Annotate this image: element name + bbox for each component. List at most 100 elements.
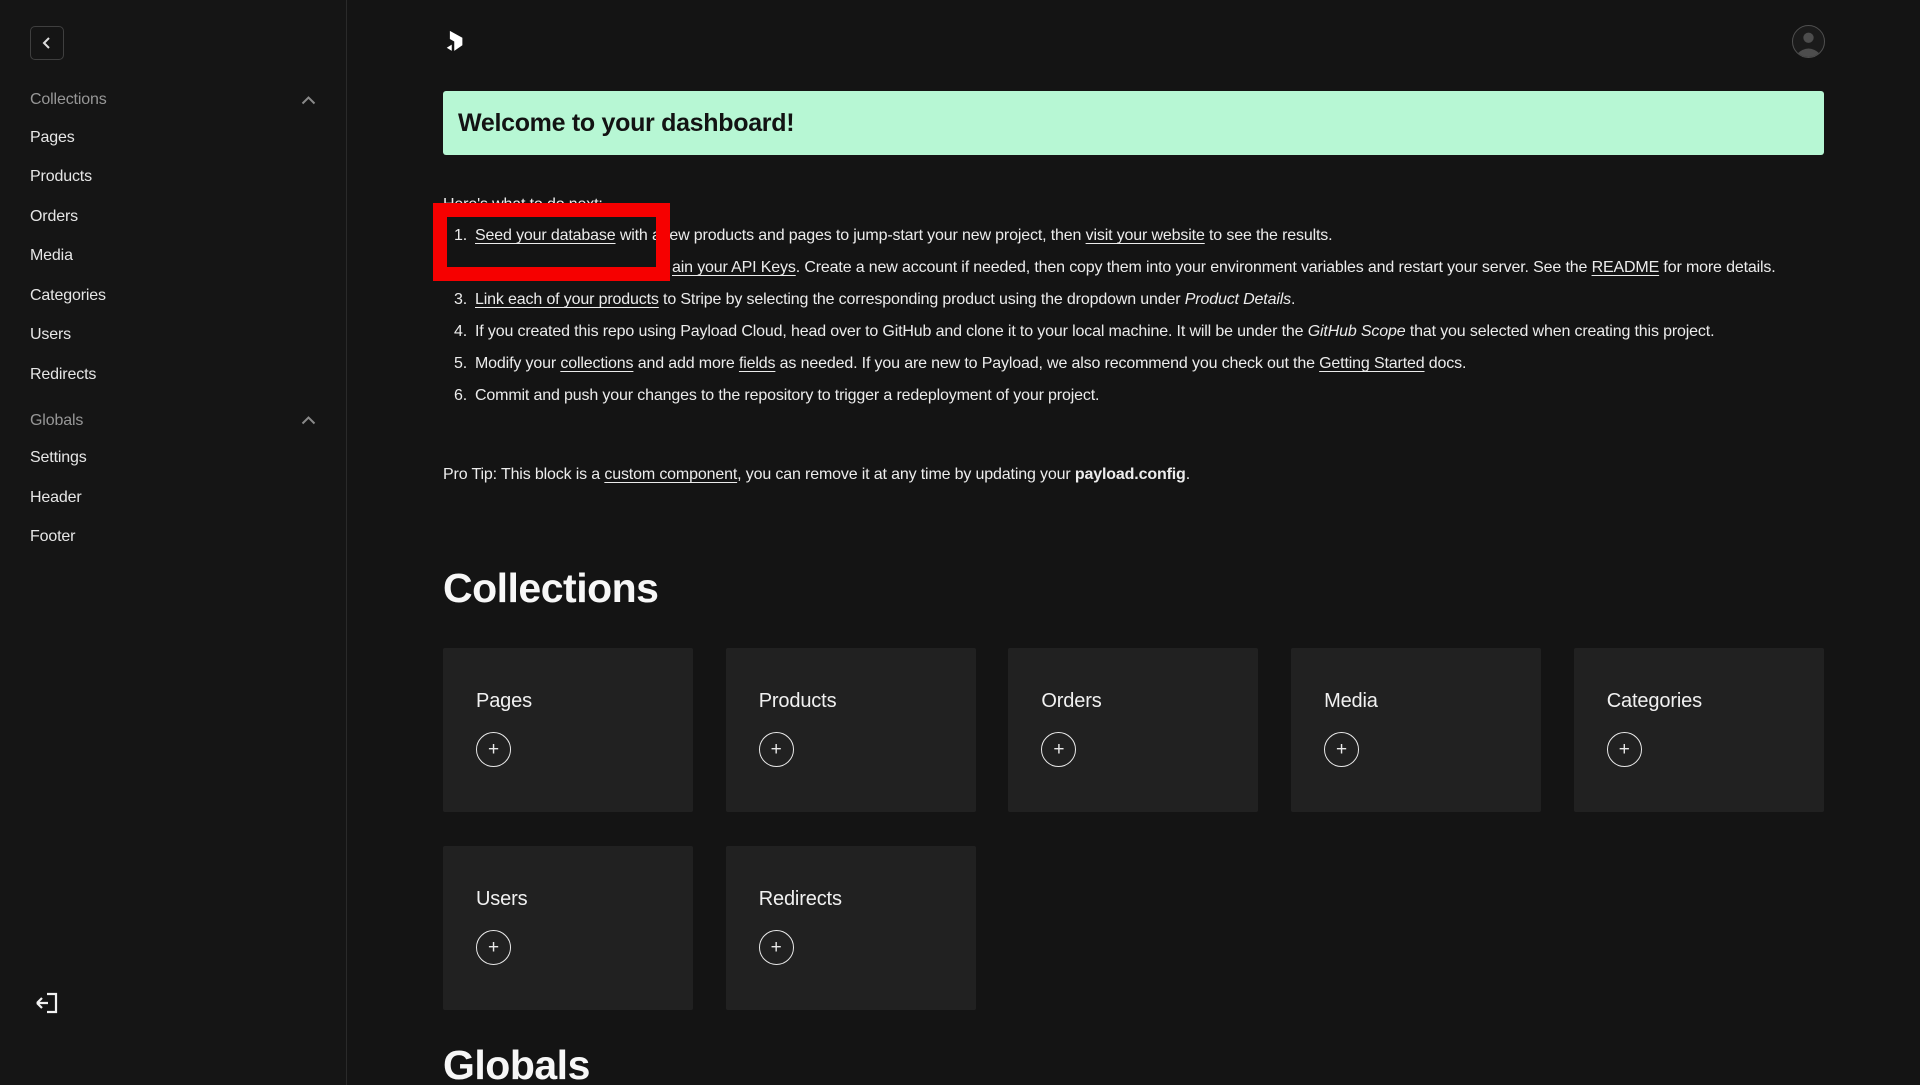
collection-card-media[interactable]: Media +	[1291, 648, 1541, 812]
plus-icon: +	[1336, 740, 1347, 759]
welcome-banner: Welcome to your dashboard!	[443, 91, 1824, 155]
pro-tip-text: Pro Tip: This block is a custom componen…	[443, 459, 1824, 491]
create-categories-button[interactable]: +	[1607, 732, 1642, 767]
inline-link[interactable]: Link each of your products	[475, 291, 659, 308]
sidebar-item-categories[interactable]: Categories	[30, 276, 316, 316]
text-segment: Modify your	[475, 355, 560, 372]
create-products-button[interactable]: +	[759, 732, 794, 767]
plus-icon: +	[488, 938, 499, 957]
collection-card-redirects[interactable]: Redirects +	[726, 846, 976, 1010]
checklist-item: 5. Modify your collections and add more f…	[443, 348, 1824, 380]
text-segment: and add more	[633, 355, 739, 372]
sidebar-item-header[interactable]: Header	[30, 478, 316, 518]
create-users-button[interactable]: +	[476, 930, 511, 965]
plus-icon: +	[1619, 740, 1630, 759]
inline-link[interactable]: collections	[560, 355, 633, 372]
collection-card-categories[interactable]: Categories +	[1574, 648, 1824, 812]
text-segment: docs.	[1425, 355, 1467, 372]
text-segment: to Stripe by selecting the corresponding…	[659, 291, 1185, 308]
collection-card-orders[interactable]: Orders +	[1008, 648, 1258, 812]
sidebar-item-settings[interactable]: Settings	[30, 439, 316, 479]
text-segment: . Create a new account if needed, then c…	[796, 259, 1592, 276]
text-segment: for more details.	[1659, 259, 1775, 276]
payload-logo	[443, 27, 468, 56]
sidebar-collapse-button[interactable]	[30, 26, 64, 60]
collection-card-title: Categories	[1607, 690, 1824, 713]
inline-link[interactable]: Getting Started	[1319, 355, 1424, 372]
collection-card-pages[interactable]: Pages +	[443, 648, 693, 812]
collection-card-products[interactable]: Products +	[726, 648, 976, 812]
text-segment: , you can remove it at any time by updat…	[737, 466, 1075, 483]
create-pages-button[interactable]: +	[476, 732, 511, 767]
plus-icon: +	[771, 938, 782, 957]
logout-icon	[34, 990, 60, 1016]
checklist-number: 6.	[443, 380, 467, 412]
collection-card-title: Redirects	[759, 888, 976, 911]
sidebar: Collections PagesProductsOrdersMediaCateg…	[0, 0, 347, 1085]
collection-card-title: Users	[476, 888, 693, 911]
sidebar-group-globals[interactable]: Globals	[30, 411, 316, 431]
text-segment: Pro Tip: This block is a	[443, 466, 604, 483]
inline-link[interactable]: ain your API Keys	[672, 259, 796, 276]
collections-card-grid: Pages+Products+Orders+Media+Categories+U…	[443, 648, 1824, 1010]
text-segment: GitHub Scope	[1308, 323, 1406, 340]
plus-icon: +	[1053, 740, 1064, 759]
text-segment: payload.config	[1075, 466, 1186, 483]
checklist-item: 4. If you created this repo using Payload…	[443, 316, 1824, 348]
intro-text: Here's what to do next:	[443, 189, 1824, 221]
checklist-item: 1. Seed your database with a few products…	[443, 220, 1824, 252]
collection-card-title: Media	[1324, 690, 1541, 713]
text-segment: with a few products and pages to jump-st…	[616, 227, 1086, 244]
text-segment: If you created this repo using Payload C…	[475, 323, 1308, 340]
inline-link[interactable]: README	[1592, 259, 1660, 276]
globals-section-title: Globals	[443, 1042, 1824, 1085]
text-segment: Product Details	[1185, 291, 1291, 308]
create-orders-button[interactable]: +	[1041, 732, 1076, 767]
sidebar-item-media[interactable]: Media	[30, 237, 316, 277]
sidebar-group-collections[interactable]: Collections	[30, 90, 316, 110]
inline-link[interactable]: visit your website	[1086, 227, 1205, 244]
sidebar-item-footer[interactable]: Footer	[30, 518, 316, 558]
sidebar-item-pages[interactable]: Pages	[30, 118, 316, 158]
checklist-item: 6. Commit and push your changes to the re…	[443, 380, 1824, 412]
sidebar-item-orders[interactable]: Orders	[30, 197, 316, 237]
sidebar-group-label: Globals	[30, 412, 83, 430]
plus-icon: +	[488, 740, 499, 759]
checklist-number: 5.	[443, 348, 467, 380]
inline-link[interactable]: custom component	[604, 466, 737, 483]
inline-link[interactable]: fields	[739, 355, 775, 372]
account-button[interactable]	[1792, 25, 1825, 58]
plus-icon: +	[771, 740, 782, 759]
onboarding-checklist: 1. Seed your database with a few products…	[443, 220, 1824, 412]
text-segment: .	[1291, 291, 1295, 308]
sidebar-item-redirects[interactable]: Redirects	[30, 355, 316, 395]
sidebar-group-label: Collections	[30, 91, 107, 109]
user-avatar-icon	[1793, 26, 1824, 57]
welcome-banner-title: Welcome to your dashboard!	[458, 109, 794, 138]
text-segment: to see the results.	[1205, 227, 1333, 244]
chevron-left-icon	[41, 37, 53, 49]
checklist-number: 3.	[443, 284, 467, 316]
text-segment: that you selected when creating this pro…	[1406, 323, 1715, 340]
collections-section-title: Collections	[443, 565, 1824, 612]
inline-link[interactable]: Seed your database	[475, 227, 616, 244]
logout-button[interactable]	[33, 990, 61, 1018]
collection-card-title: Products	[759, 690, 976, 713]
text-segment: as needed. If you are new to Payload, we…	[775, 355, 1319, 372]
create-redirects-button[interactable]: +	[759, 930, 794, 965]
collection-card-users[interactable]: Users +	[443, 846, 693, 1010]
sidebar-item-users[interactable]: Users	[30, 316, 316, 356]
sidebar-item-products[interactable]: Products	[30, 158, 316, 198]
checklist-item: 3. Link each of your products to Stripe b…	[443, 284, 1824, 316]
main-content: Welcome to your dashboard! Here's what t…	[347, 0, 1920, 1085]
text-segment: Commit and push your changes to the repo…	[475, 387, 1099, 404]
checklist-number: 1.	[443, 220, 467, 252]
collection-card-title: Pages	[476, 690, 693, 713]
text-segment: .	[1186, 466, 1190, 483]
collection-card-title: Orders	[1041, 690, 1258, 713]
checklist-item: ain your API Keys. Create a new account …	[443, 252, 1824, 284]
sidebar-nav: Collections PagesProductsOrdersMediaCateg…	[30, 90, 316, 557]
checklist-number: 4.	[443, 316, 467, 348]
create-media-button[interactable]: +	[1324, 732, 1359, 767]
chevron-up-icon	[301, 416, 316, 425]
